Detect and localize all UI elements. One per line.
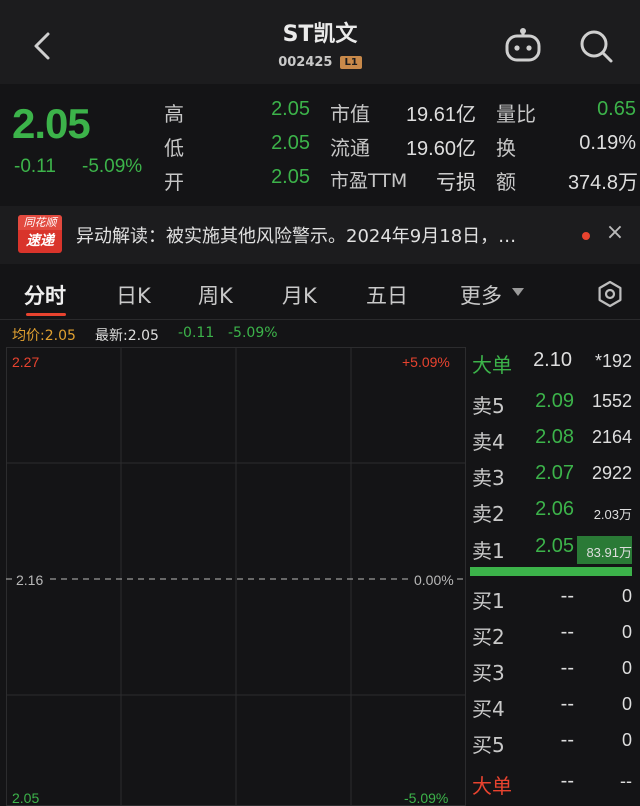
mcap-label: 市值 xyxy=(330,102,370,126)
sell-5-vol: 1552 xyxy=(591,391,632,411)
axis-bottom-pct: -5.09% xyxy=(404,790,449,806)
sell-1-label: 卖1 xyxy=(472,539,505,563)
mcap-value: 19.61亿 xyxy=(405,104,476,126)
axis-top-pct: +5.09% xyxy=(402,354,450,370)
unread-dot-icon xyxy=(582,232,590,240)
buy-4-label: 买4 xyxy=(472,697,505,721)
turnover-label: 换 xyxy=(496,136,516,160)
price-change-pct: -5.09% xyxy=(82,156,143,177)
axis-mid-price: 2.16 xyxy=(14,572,46,588)
buy-3-price[interactable]: -- xyxy=(520,657,574,680)
buy-5-label: 买5 xyxy=(472,733,505,757)
big-order-bottom-vol: -- xyxy=(620,771,632,791)
amount-value: 374.8万 xyxy=(567,172,638,194)
buy-4-vol: 0 xyxy=(621,694,632,714)
stock-subline: 002425 L1 xyxy=(0,55,640,70)
logo-line-2: 速递 xyxy=(26,233,54,249)
sell-2-price[interactable]: 2.06 xyxy=(520,498,574,521)
bid-ask-divider xyxy=(470,567,632,576)
low-value: 2.05 xyxy=(271,132,310,154)
buy-2-vol: 0 xyxy=(621,622,632,642)
chart-tabs xyxy=(0,264,640,320)
sell-4-label: 卖4 xyxy=(472,430,505,454)
sell-5-label: 卖5 xyxy=(472,394,505,418)
buy-3-vol: 0 xyxy=(621,658,632,678)
pe-value: 亏损 xyxy=(436,172,476,194)
sell-2-label: 卖2 xyxy=(472,502,505,526)
big-order-price: 2.10 xyxy=(533,349,572,371)
close-icon[interactable]: × xyxy=(604,222,626,244)
low-label: 低 xyxy=(164,136,184,160)
logo-line-1: 同花顺 xyxy=(18,215,62,230)
tab-daily-k[interactable]: 日K xyxy=(116,280,151,310)
tab-more[interactable]: 更多 xyxy=(460,280,502,310)
vol-ratio-label: 量比 xyxy=(496,102,536,126)
settings-icon[interactable] xyxy=(596,280,624,308)
sell-4-vol: 2164 xyxy=(591,427,632,447)
latest-price: 最新:2.05 xyxy=(95,328,159,344)
tab-intraday[interactable]: 分时 xyxy=(24,280,66,310)
tab-five-day[interactable]: 五日 xyxy=(366,280,408,310)
buy-5-price[interactable]: -- xyxy=(520,729,574,752)
float-label: 流通 xyxy=(330,136,370,160)
status-change-pct: -5.09% xyxy=(228,325,278,341)
sell-1-price[interactable]: 2.05 xyxy=(520,535,574,558)
status-change: -0.11 xyxy=(178,325,215,341)
sell-5-price[interactable]: 2.09 xyxy=(520,390,574,413)
news-headline[interactable]: 异动解读：被实施其他风险警示。2024年9月18日，… xyxy=(76,222,576,248)
axis-top-price: 2.27 xyxy=(12,354,40,370)
buy-1-label: 买1 xyxy=(472,589,505,613)
sell-3-price[interactable]: 2.07 xyxy=(520,462,574,485)
stock-code: 002425 xyxy=(278,55,333,70)
news-source-logo: 同花顺 速递 xyxy=(18,215,62,253)
buy-1-price[interactable]: -- xyxy=(520,585,574,608)
sell-3-label: 卖3 xyxy=(472,466,505,490)
big-order-vol: *192 xyxy=(594,351,632,371)
robot-assistant-icon[interactable] xyxy=(502,26,544,66)
sell-2-vol: 2.03万 xyxy=(593,507,632,522)
current-price: 2.05 xyxy=(12,100,91,147)
buy-1-vol: 0 xyxy=(621,586,632,606)
sell-4-price[interactable]: 2.08 xyxy=(520,426,574,449)
open-value: 2.05 xyxy=(271,166,310,188)
chevron-down-icon[interactable] xyxy=(512,288,524,296)
amount-label: 额 xyxy=(496,170,516,194)
active-tab-indicator xyxy=(26,313,66,316)
big-order-label: 大单 xyxy=(472,353,512,377)
big-order-bottom-label: 大单 xyxy=(472,774,512,798)
axis-mid-pct: 0.00% xyxy=(412,572,456,588)
pe-label: 市盈TTM xyxy=(330,170,408,192)
tab-monthly-k[interactable]: 月K xyxy=(282,280,317,310)
turnover-value: 0.19% xyxy=(579,132,636,154)
price-change: -0.11 xyxy=(14,156,56,177)
chart-grid xyxy=(6,347,466,806)
float-value: 19.60亿 xyxy=(405,138,476,160)
high-value: 2.05 xyxy=(271,98,310,120)
sell-1-vol: 83.91万 xyxy=(586,545,632,560)
search-icon[interactable] xyxy=(576,26,616,66)
buy-2-price[interactable]: -- xyxy=(520,621,574,644)
buy-2-label: 买2 xyxy=(472,625,505,649)
buy-3-label: 买3 xyxy=(472,661,505,685)
axis-bottom-price: 2.05 xyxy=(12,790,40,806)
vol-ratio-value: 0.65 xyxy=(597,98,636,120)
level-badge: L1 xyxy=(340,56,362,69)
stock-title: ST凯文 xyxy=(282,22,358,47)
open-label: 开 xyxy=(164,170,184,194)
big-order-bottom-price: -- xyxy=(560,770,574,792)
buy-5-vol: 0 xyxy=(621,730,632,750)
tab-weekly-k[interactable]: 周K xyxy=(198,280,233,310)
avg-price: 均价:2.05 xyxy=(12,328,76,344)
buy-4-price[interactable]: -- xyxy=(520,693,574,716)
sell-3-vol: 2922 xyxy=(591,463,632,483)
high-label: 高 xyxy=(164,102,184,126)
